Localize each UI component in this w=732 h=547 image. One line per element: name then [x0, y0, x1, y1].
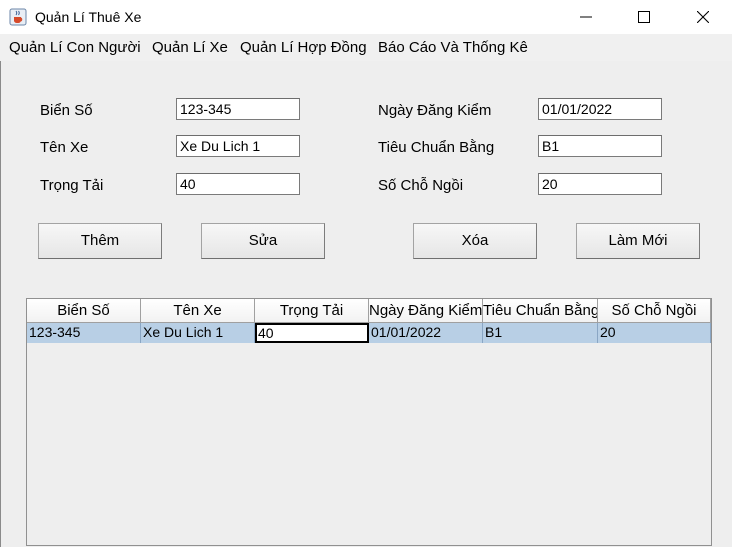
menu-quan-li-con-nguoi[interactable]: Quản Lí Con Người [9, 39, 141, 56]
table-cell[interactable]: 20 [598, 323, 711, 343]
xoa-button[interactable]: Xóa [413, 223, 537, 259]
table-cell[interactable]: B1 [483, 323, 598, 343]
column-header-bien-so[interactable]: Biển Số [27, 299, 141, 323]
sua-button[interactable]: Sửa [201, 223, 325, 259]
table-cell[interactable]: Xe Du Lich 1 [141, 323, 255, 343]
tieu-chuan-bang-field[interactable]: B1 [538, 135, 662, 157]
close-button[interactable] [680, 0, 726, 34]
column-header-tieu-chuan-bang[interactable]: Tiêu Chuẩn Bằng [483, 299, 598, 323]
menu-bao-cao-thong-ke[interactable]: Báo Cáo Và Thống Kê [378, 39, 528, 56]
label-ten-xe: Tên Xe [40, 139, 89, 156]
label-trong-tai: Trọng Tải [40, 177, 104, 194]
column-header-ngay-dang-kiem[interactable]: Ngày Đăng Kiểm [369, 299, 483, 323]
table-row[interactable]: 123-345 Xe Du Lich 1 40 01/01/2022 B1 20 [27, 323, 711, 343]
label-so-cho-ngoi: Số Chỗ Ngồi [378, 177, 464, 194]
ngay-dang-kiem-field[interactable]: 01/01/2022 [538, 98, 662, 120]
minimize-button[interactable] [563, 0, 609, 34]
maximize-button[interactable] [621, 0, 667, 34]
lam-moi-button[interactable]: Làm Mới [576, 223, 700, 259]
so-cho-ngoi-field[interactable]: 20 [538, 173, 662, 195]
column-header-trong-tai[interactable]: Trọng Tải [255, 299, 369, 323]
menu-quan-li-hop-dong[interactable]: Quản Lí Hợp Đồng [240, 39, 367, 56]
window-left-edge [0, 61, 1, 547]
maximize-icon [638, 11, 650, 23]
minimize-icon [580, 16, 592, 18]
close-icon [697, 11, 709, 23]
table-empty-area[interactable] [27, 343, 711, 545]
column-header-ten-xe[interactable]: Tên Xe [141, 299, 255, 323]
table-cell[interactable]: 123-345 [27, 323, 141, 343]
trong-tai-field[interactable]: 40 [176, 173, 300, 195]
table-header: Biển Số Tên Xe Trọng Tải Ngày Đăng Kiểm … [27, 299, 711, 323]
ten-xe-field[interactable]: Xe Du Lich 1 [176, 135, 300, 157]
menu-quan-li-xe[interactable]: Quản Lí Xe [152, 39, 228, 56]
label-bien-so: Biển Số [40, 102, 93, 119]
table-cell[interactable]: 01/01/2022 [369, 323, 483, 343]
table-cell-editor[interactable]: 40 [255, 323, 369, 343]
bien-so-field[interactable]: 123-345 [176, 98, 300, 120]
label-tieu-chuan-bang: Tiêu Chuẩn Bằng [378, 139, 495, 156]
title-bar: Quản Lí Thuê Xe [0, 0, 732, 34]
menu-bar: Quản Lí Con Người Quản Lí Xe Quản Lí Hợp… [0, 34, 732, 61]
label-ngay-dang-kiem: Ngày Đăng Kiểm [378, 102, 492, 119]
java-cup-icon [9, 8, 27, 26]
window-title: Quản Lí Thuê Xe [35, 9, 142, 25]
column-header-so-cho-ngoi[interactable]: Số Chỗ Ngồi [598, 299, 711, 323]
vehicle-table: Biển Số Tên Xe Trọng Tải Ngày Đăng Kiểm … [26, 298, 712, 546]
them-button[interactable]: Thêm [38, 223, 162, 259]
